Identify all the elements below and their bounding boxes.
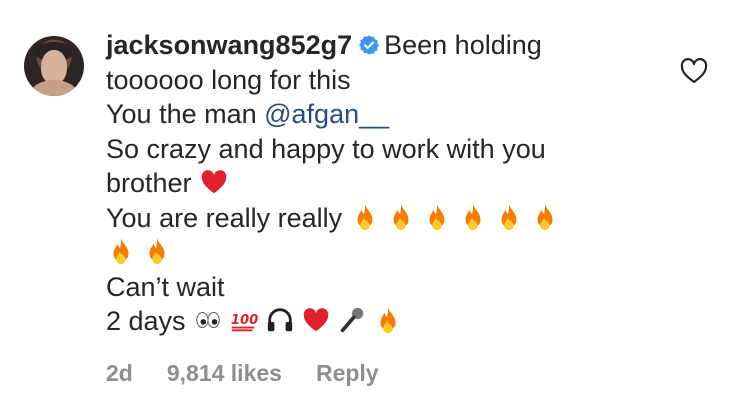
fire-icon (149, 237, 165, 265)
fire-icon (429, 203, 445, 230)
comment-line-7 (106, 235, 666, 270)
red-heart-icon (201, 170, 227, 194)
fire-icon (501, 203, 517, 230)
eyes-icon (196, 312, 220, 328)
comment-line-9: 2 days 100 (106, 304, 666, 339)
fire-icon (113, 237, 129, 265)
comment-line-1: jacksonwang852g7 Been holding (106, 28, 666, 63)
svg-text:100: 100 (231, 313, 258, 328)
comment-line-4: So crazy and happy to work with you (106, 133, 546, 164)
fire-icon (393, 203, 409, 230)
reply-button[interactable]: Reply (316, 360, 379, 386)
hundred-points-icon: 100 (231, 313, 258, 332)
comment-line-8: Can’t wait (106, 271, 225, 302)
verified-badge-icon (359, 35, 380, 55)
comment-text-3: You the man (106, 99, 265, 129)
avatar-face (41, 50, 67, 84)
fire-icon (380, 306, 396, 334)
fire-icon (357, 203, 373, 230)
comment-text-1: Been holding (384, 30, 542, 60)
like-heart-icon[interactable] (680, 58, 708, 84)
avatar[interactable] (24, 36, 84, 96)
fire-icon (465, 203, 481, 230)
comment-text-6: You are really really (106, 202, 343, 233)
comment-line-5: brother (106, 166, 666, 201)
likes-count[interactable]: 9,814 likes (167, 360, 282, 386)
comment-line-3: You the man @afgan__ (106, 97, 666, 132)
comment-line-2: toooooo long for this (106, 64, 351, 95)
headphones-icon (267, 308, 293, 332)
comment-text-9: 2 days (106, 306, 186, 336)
fire-icon (537, 203, 553, 230)
comment-meta: 2d 9,814 likes Reply (106, 360, 413, 387)
comment-body: jacksonwang852g7 Been holding toooooo lo… (106, 28, 666, 339)
mention-link[interactable]: @afgan__ (264, 99, 389, 129)
timestamp: 2d (106, 360, 133, 386)
red-heart-icon (303, 308, 329, 332)
microphone-icon (340, 307, 364, 333)
comment-line-6: You are really really (106, 201, 666, 236)
avatar-body (30, 80, 78, 96)
username-link[interactable]: jacksonwang852g7 (106, 30, 352, 60)
comment-text-5: brother (106, 168, 192, 198)
